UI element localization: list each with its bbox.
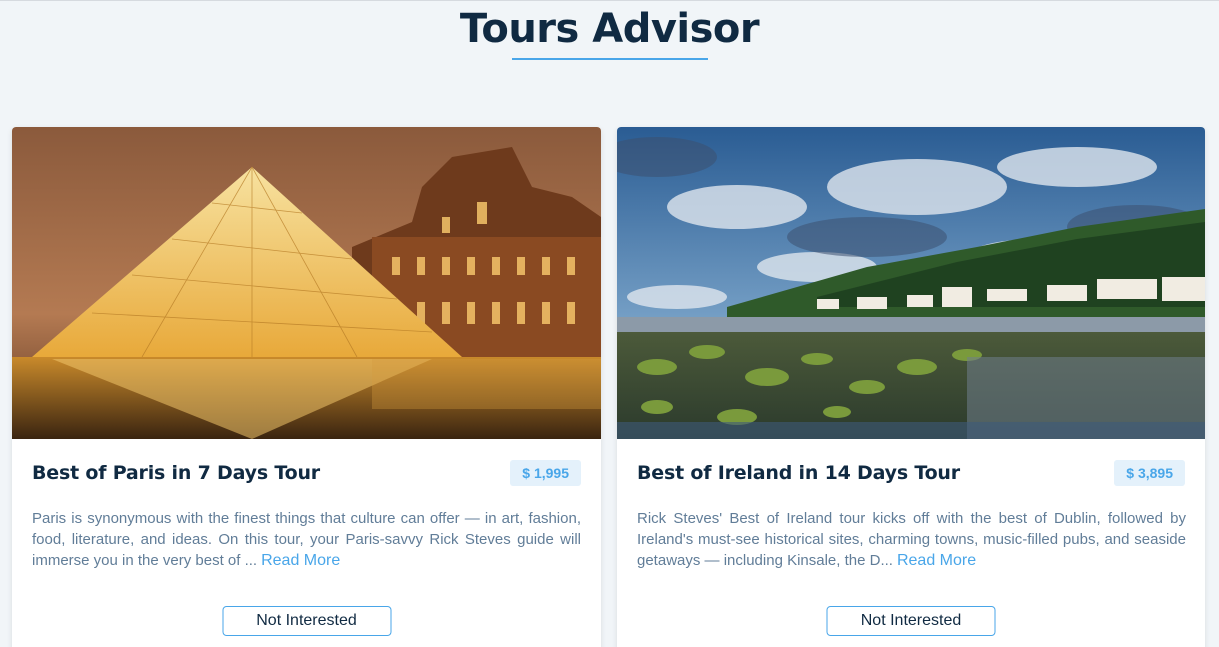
tour-price-badge: $ 3,895 <box>1114 460 1185 486</box>
tour-image-ireland <box>617 127 1205 439</box>
not-interested-button[interactable]: Not Interested <box>222 606 391 636</box>
tour-card-ireland: Best of Ireland in 14 Days Tour $ 3,895 … <box>617 127 1205 647</box>
tour-title: Best of Paris in 7 Days Tour <box>32 462 320 484</box>
page-title: Tours Advisor <box>459 6 760 52</box>
read-more-button[interactable]: Read More <box>897 552 976 569</box>
tour-title: Best of Ireland in 14 Days Tour <box>637 462 960 484</box>
title-underline <box>511 58 708 60</box>
tour-image-paris <box>12 127 601 439</box>
not-interested-button[interactable]: Not Interested <box>826 606 996 636</box>
read-more-button[interactable]: Read More <box>261 552 340 569</box>
page-header: Tours Advisor <box>0 1 1219 60</box>
tour-price-badge: $ 1,995 <box>510 460 581 486</box>
tour-description: Rick Steves' Best of Ireland tour kicks … <box>637 508 1186 571</box>
tours-list: Best of Paris in 7 Days Tour $ 1,995 Par… <box>12 127 1206 647</box>
tour-card-paris: Best of Paris in 7 Days Tour $ 1,995 Par… <box>12 127 601 647</box>
tour-description: Paris is synonymous with the finest thin… <box>32 508 581 571</box>
